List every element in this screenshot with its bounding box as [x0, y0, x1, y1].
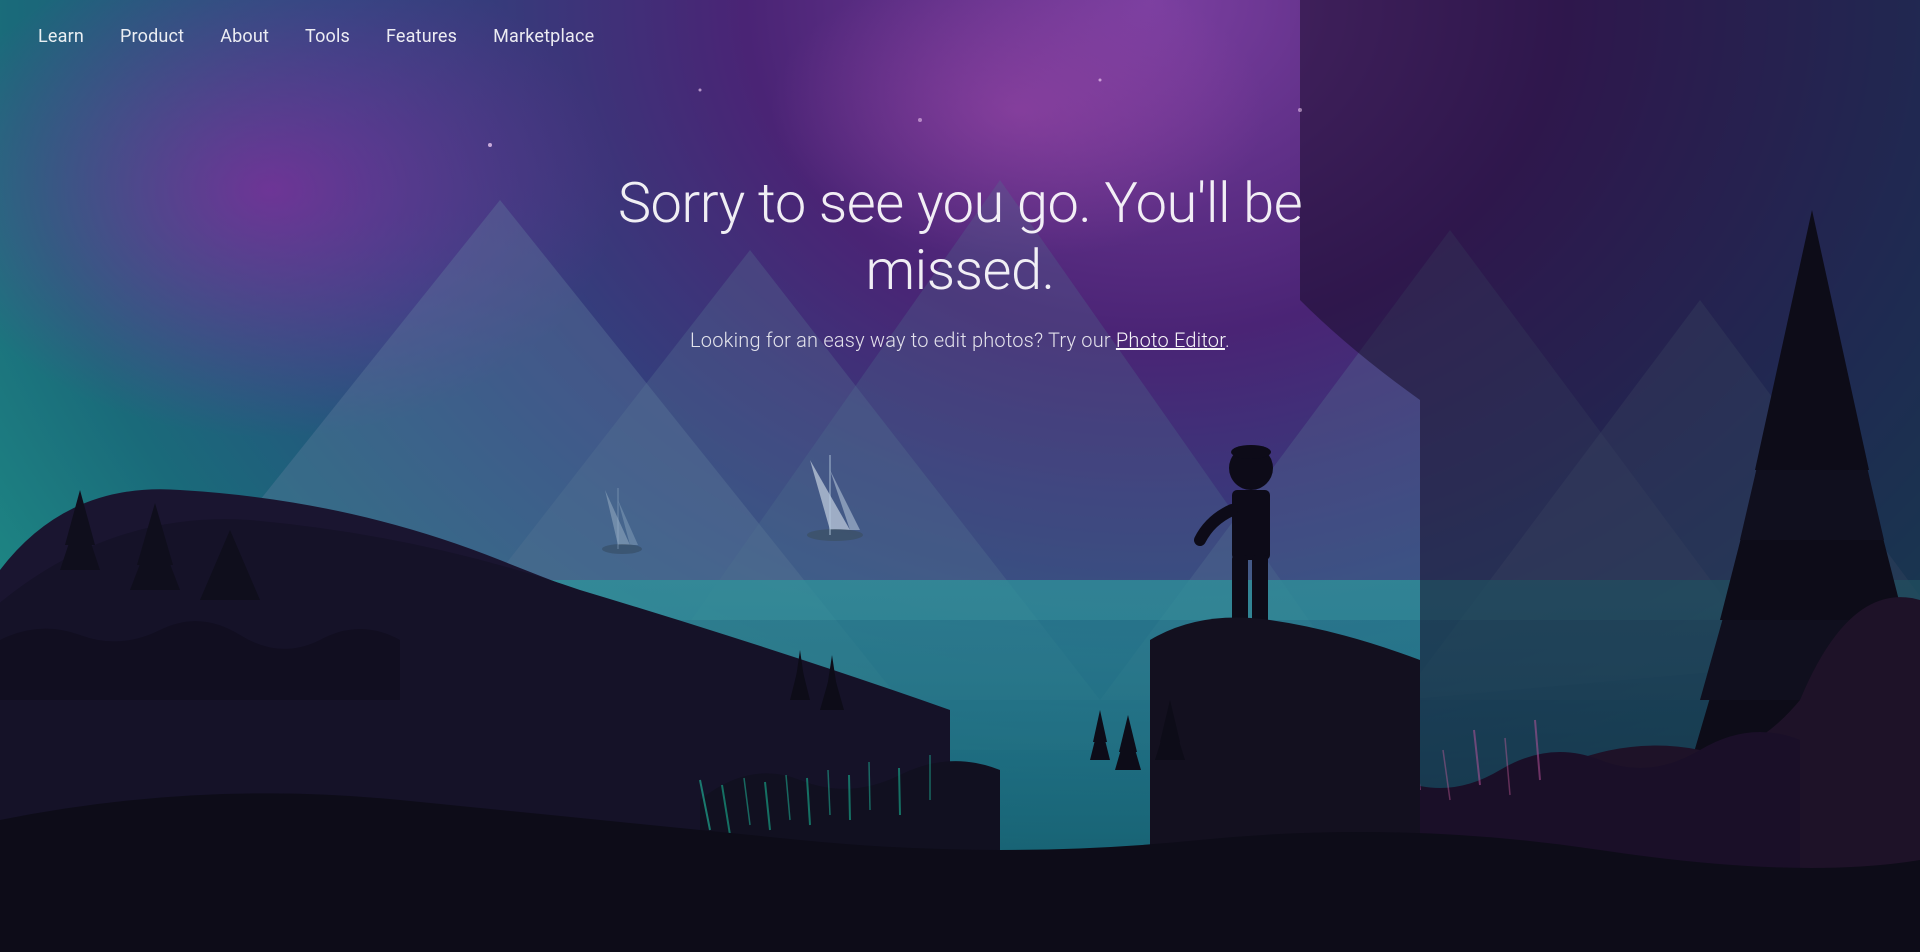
- nav-marketplace[interactable]: Marketplace: [479, 18, 608, 55]
- nav-product[interactable]: Product: [106, 18, 198, 55]
- nav-learn[interactable]: Learn: [24, 18, 98, 55]
- hero-heading: Sorry to see you go. You'll be missed.: [560, 170, 1360, 304]
- photo-editor-link[interactable]: Photo Editor: [1116, 328, 1225, 352]
- subtext-before: Looking for an easy way to edit photos? …: [690, 328, 1116, 352]
- hero-subtext: Looking for an easy way to edit photos? …: [560, 328, 1360, 352]
- scene-svg: [0, 0, 1920, 952]
- subtext-after: .: [1225, 328, 1230, 352]
- hero-content: Sorry to see you go. You'll be missed. L…: [560, 170, 1360, 352]
- nav-features[interactable]: Features: [372, 18, 471, 55]
- navbar: Learn Product About Tools Features Marke…: [0, 0, 1920, 73]
- nav-about[interactable]: About: [206, 18, 283, 55]
- nav-tools[interactable]: Tools: [291, 18, 364, 55]
